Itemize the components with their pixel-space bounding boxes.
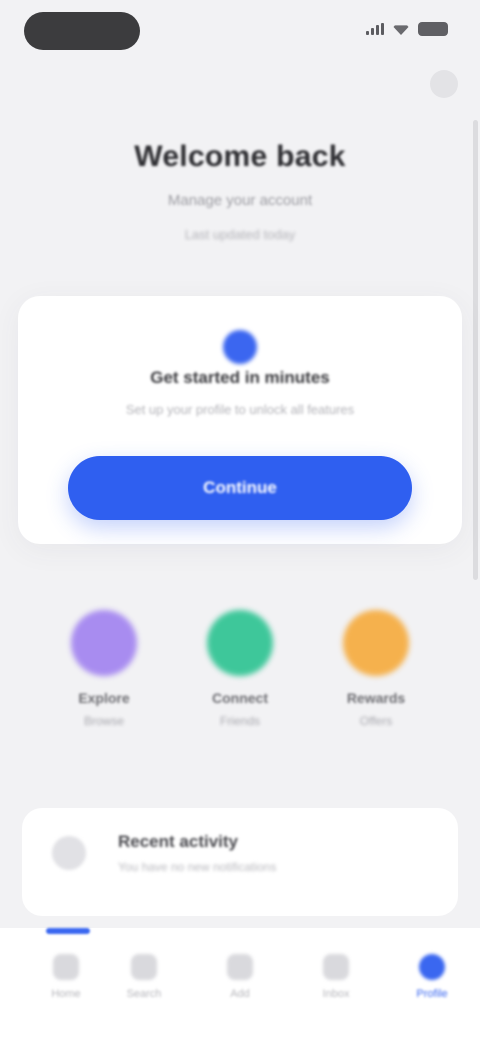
feature-card: Get started in minutes Set up your profi…: [18, 296, 462, 544]
signal-icon: [366, 23, 384, 35]
sparkle-icon: [223, 330, 257, 364]
nav-item-add[interactable]: Add: [210, 954, 270, 1000]
page-subtitle: Manage your account: [167, 192, 313, 209]
page-meta: Last updated today: [184, 227, 296, 242]
quick-action-rewards[interactable]: Rewards Offers: [306, 610, 446, 728]
header: Welcome back Manage your account Last up…: [0, 140, 480, 242]
nav-item-search[interactable]: Search: [114, 954, 174, 1000]
more-button[interactable]: [430, 70, 458, 98]
nav-label: Profile: [416, 988, 448, 1000]
dynamic-island: [24, 12, 140, 50]
home-icon: [53, 954, 79, 980]
activity-description: You have no new notifications: [118, 860, 277, 874]
status-bar: [0, 0, 480, 64]
nav-indicator: [46, 928, 90, 934]
quick-action-sub: Friends: [219, 714, 260, 728]
users-icon: [207, 610, 273, 676]
bell-icon: [52, 836, 86, 870]
quick-action-sub: Offers: [359, 714, 393, 728]
nav-label: Home: [51, 988, 81, 1000]
status-icons: [366, 22, 448, 36]
nav-item-profile[interactable]: Profile: [402, 954, 462, 1000]
nav-item-inbox[interactable]: Inbox: [306, 954, 366, 1000]
search-icon: [131, 954, 157, 980]
quick-action-sub: Browse: [83, 714, 124, 728]
continue-button-label: Continue: [203, 478, 277, 497]
activity-title: Recent activity: [118, 832, 238, 851]
plus-icon: [227, 954, 253, 980]
battery-icon: [418, 22, 448, 36]
quick-action-label: Connect: [212, 690, 268, 706]
page-title: Welcome back: [134, 140, 346, 173]
quick-action-label: Rewards: [346, 690, 406, 706]
bottom-navigation: Home Search Add Inbox Profile: [0, 928, 480, 1040]
quick-action-explore[interactable]: Explore Browse: [34, 610, 174, 728]
nav-label: Add: [230, 988, 250, 1000]
nav-label: Inbox: [322, 988, 350, 1000]
inbox-icon: [323, 954, 349, 980]
nav-item-home[interactable]: Home: [36, 954, 96, 1000]
wifi-icon: [392, 25, 410, 35]
activity-card[interactable]: Recent activity You have no new notifica…: [22, 808, 458, 916]
card-description: Set up your profile to unlock all featur…: [125, 402, 355, 417]
gift-icon: [343, 610, 409, 676]
profile-icon: [419, 954, 445, 980]
compass-icon: [71, 610, 137, 676]
quick-action-label: Explore: [78, 690, 130, 706]
quick-actions: Explore Browse Connect Friends Rewards O…: [0, 610, 480, 770]
nav-label: Search: [126, 988, 162, 1000]
continue-button[interactable]: Continue: [68, 456, 412, 520]
quick-action-connect[interactable]: Connect Friends: [170, 610, 310, 728]
card-title: Get started in minutes: [150, 368, 330, 387]
app-screen: Welcome back Manage your account Last up…: [0, 0, 480, 1040]
